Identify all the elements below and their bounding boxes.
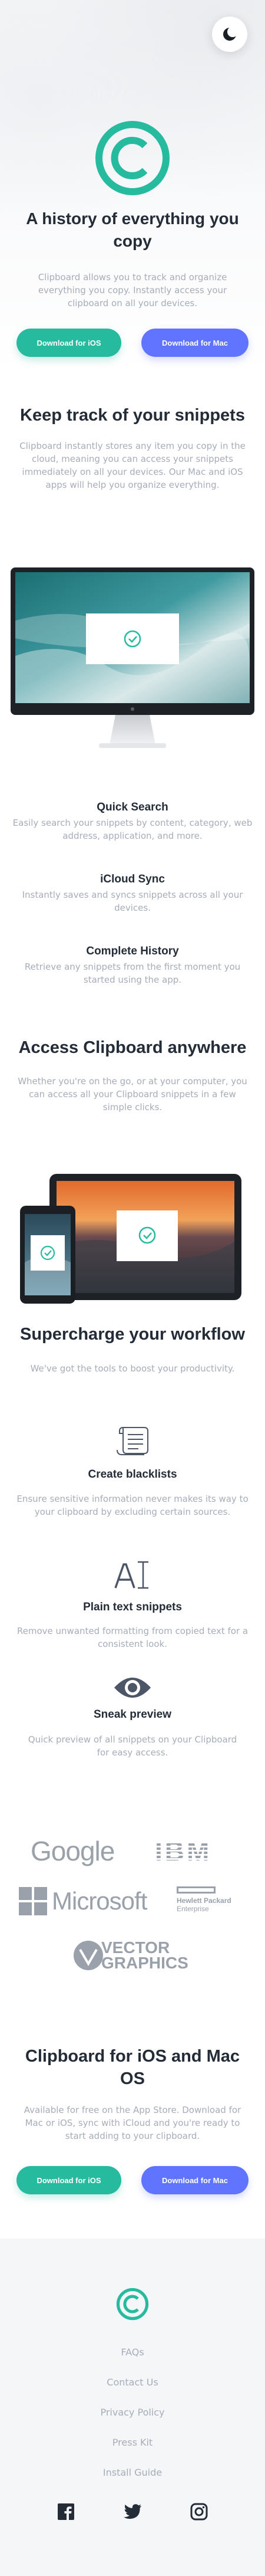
hero-title: A history of everything you copy bbox=[26, 209, 239, 250]
footer-link-install[interactable]: Install Guide bbox=[0, 2467, 265, 2478]
feature-title: Complete History bbox=[86, 945, 179, 957]
preview-icon bbox=[112, 1673, 153, 1702]
workflow-item-text: Ensure sensitive information never makes… bbox=[16, 1494, 249, 1517]
workflow-title: Supercharge your workflow bbox=[20, 1325, 245, 1344]
feature-title: Quick Search bbox=[97, 801, 168, 813]
theme-toggle-button[interactable] bbox=[212, 17, 247, 52]
google-logo-text: Google bbox=[31, 1836, 115, 1866]
workflow-item-title: Create blacklists bbox=[88, 1468, 177, 1481]
microsoft-logo-text: Microsoft bbox=[52, 1887, 147, 1915]
access-title: Access Clipboard anywhere bbox=[18, 1038, 247, 1057]
google-logo: Google bbox=[31, 1833, 115, 1869]
footer-logo-icon[interactable] bbox=[116, 2288, 149, 2321]
text-icon bbox=[112, 1557, 153, 1593]
moon-icon bbox=[223, 27, 238, 41]
microsoft-logo: Microsoft bbox=[19, 1885, 147, 1917]
blacklist-icon bbox=[115, 1423, 150, 1458]
feature-text: Retrieve any snippets from the first mom… bbox=[24, 962, 241, 985]
vector-graphics-logo: VECTOR GRAPHICS bbox=[73, 1939, 188, 1972]
microsoft-squares-icon bbox=[19, 1887, 47, 1915]
workflow-item-title: Sneak preview bbox=[93, 1708, 172, 1721]
hero-description: Clipboard allows you to track and organi… bbox=[38, 272, 227, 309]
cta-title: Clipboard for iOS and Mac OS bbox=[25, 2047, 240, 2088]
hpe-rectangle-icon bbox=[177, 1886, 216, 1894]
hero-section: A history of everything you copy Clipboa… bbox=[0, 0, 265, 375]
facebook-icon[interactable] bbox=[54, 2500, 78, 2524]
vector-text-line2: GRAPHICS bbox=[101, 1954, 188, 1972]
footer-link-press[interactable]: Press Kit bbox=[0, 2437, 265, 2448]
cta-download-mac-button[interactable]: Download for Mac bbox=[141, 2166, 249, 2194]
clipboard-logo-icon bbox=[95, 121, 170, 195]
snippets-title: Keep track of your snippets bbox=[20, 406, 245, 425]
ibm-logo-text: IBM bbox=[155, 1836, 212, 1866]
download-mac-button[interactable]: Download for Mac bbox=[141, 329, 249, 357]
footer-link-contact[interactable]: Contact Us bbox=[0, 2377, 265, 2388]
snippets-description: Clipboard instantly stores any item you … bbox=[19, 441, 246, 490]
workflow-item-title: Plain text snippets bbox=[83, 1601, 182, 1613]
workflow-description: We've got the tools to boost your produc… bbox=[30, 1363, 235, 1374]
footer-link-faqs[interactable]: FAQs bbox=[0, 2347, 265, 2358]
twitter-icon[interactable] bbox=[121, 2500, 144, 2524]
feature-text: Instantly saves and syncs snippets acros… bbox=[22, 890, 243, 913]
footer-link-privacy[interactable]: Privacy Policy bbox=[0, 2407, 265, 2418]
workflow-item-text: Remove unwanted formatting from copied t… bbox=[16, 1626, 249, 1649]
vector-graphics-text: VECTOR GRAPHICS bbox=[101, 1940, 188, 1971]
page: A history of everything you copy Clipboa… bbox=[0, 0, 265, 2576]
hewlett-packard-logo: Hewlett Packard Enterprise bbox=[177, 1886, 231, 1918]
instagram-icon[interactable] bbox=[187, 2500, 211, 2524]
cta-description: Available for free on the App Store. Dow… bbox=[24, 2105, 241, 2141]
computer-image bbox=[11, 567, 254, 748]
feature-text: Easily search your snippets by content, … bbox=[12, 818, 253, 841]
hpe-text-line1: Hewlett Packard bbox=[177, 1896, 231, 1905]
hpe-text-line2: Enterprise bbox=[177, 1905, 209, 1913]
access-description: Whether you're on the go, or at your com… bbox=[18, 1076, 247, 1113]
download-ios-button[interactable]: Download for iOS bbox=[16, 329, 121, 357]
feature-title: iCloud Sync bbox=[100, 873, 165, 885]
ibm-logo: IBM bbox=[155, 1836, 211, 1866]
workflow-item-text: Quick preview of all snippets on your Cl… bbox=[28, 1734, 237, 1758]
cta-download-ios-button[interactable]: Download for iOS bbox=[16, 2166, 121, 2194]
devices-image bbox=[20, 1174, 241, 1304]
vector-circle-icon bbox=[74, 1941, 103, 1970]
